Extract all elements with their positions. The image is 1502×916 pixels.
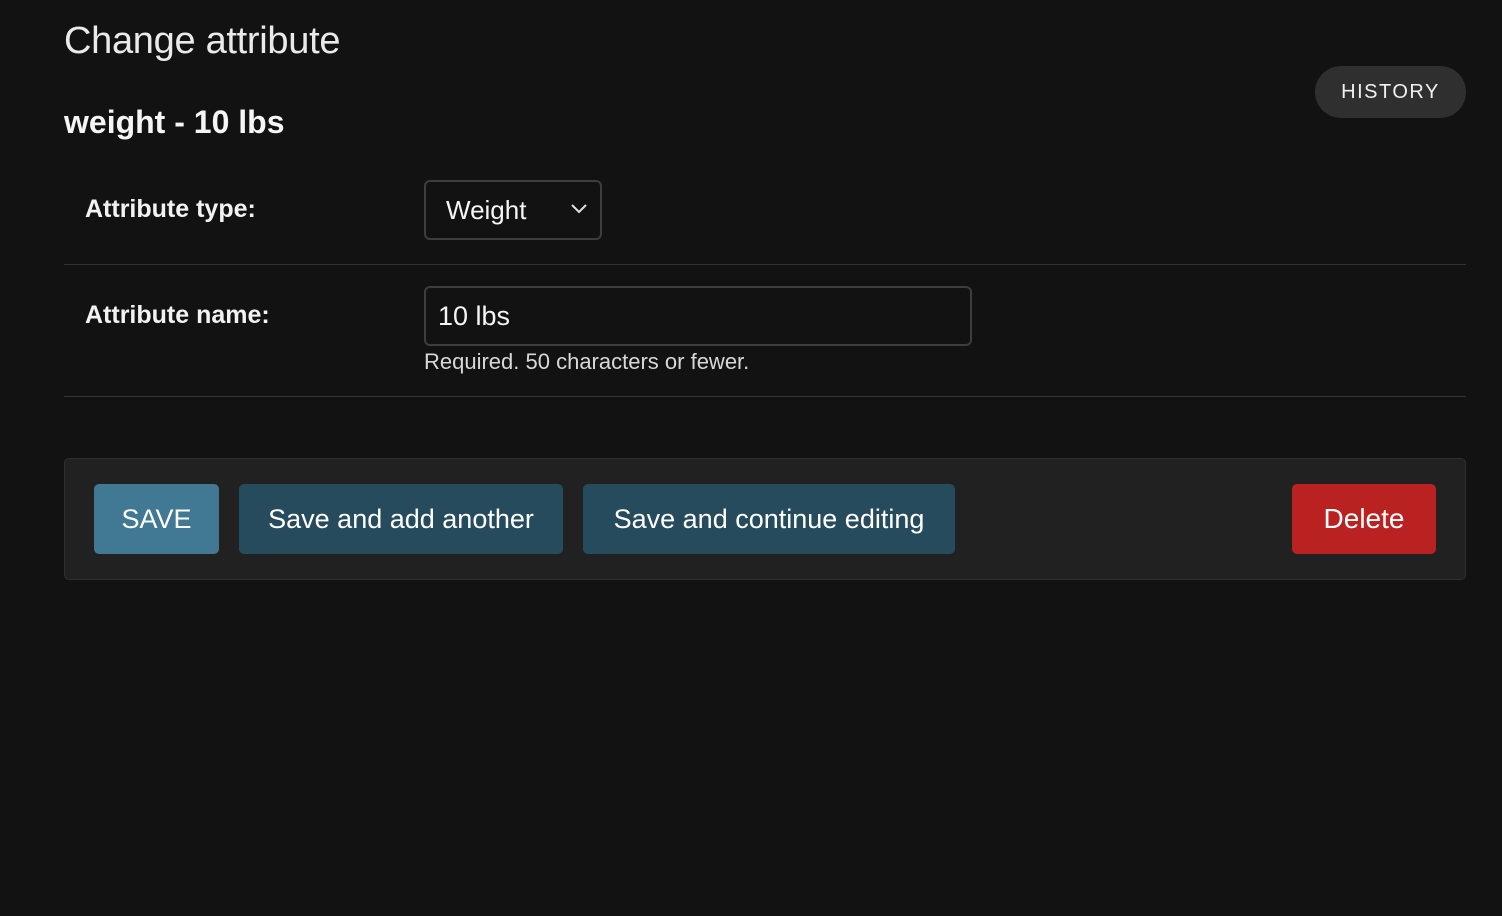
- save-button[interactable]: SAVE: [94, 484, 219, 554]
- attribute-name-value: 10 lbs: [438, 300, 511, 331]
- attribute-name-help-text: Required. 50 characters or fewer.: [424, 349, 750, 374]
- page-title: Change attribute: [64, 20, 341, 62]
- object-title: weight - 10 lbs: [64, 104, 285, 140]
- change-form-page: Change attribute HISTORY weight - 10 lbs…: [0, 0, 1502, 916]
- save-and-add-another-button[interactable]: Save and add another: [239, 484, 563, 554]
- delete-button[interactable]: Delete: [1292, 484, 1436, 554]
- history-button[interactable]: HISTORY: [1315, 66, 1466, 118]
- attribute-type-selected-value: Weight: [446, 194, 527, 225]
- form-row-attribute-name: Attribute name: 10 lbs Required. 50 char…: [64, 265, 1466, 397]
- attribute-name-label: Attribute name:: [85, 301, 270, 329]
- attribute-name-input[interactable]: 10 lbs: [424, 286, 972, 346]
- chevron-down-icon: [571, 204, 587, 214]
- attribute-type-select[interactable]: Weight: [424, 180, 602, 240]
- attribute-type-label: Attribute type:: [85, 195, 256, 223]
- save-and-continue-editing-button[interactable]: Save and continue editing: [583, 484, 955, 554]
- form-row-attribute-type: Attribute type: Weight: [64, 160, 1466, 265]
- submit-row: SAVE Save and add another Save and conti…: [64, 458, 1466, 580]
